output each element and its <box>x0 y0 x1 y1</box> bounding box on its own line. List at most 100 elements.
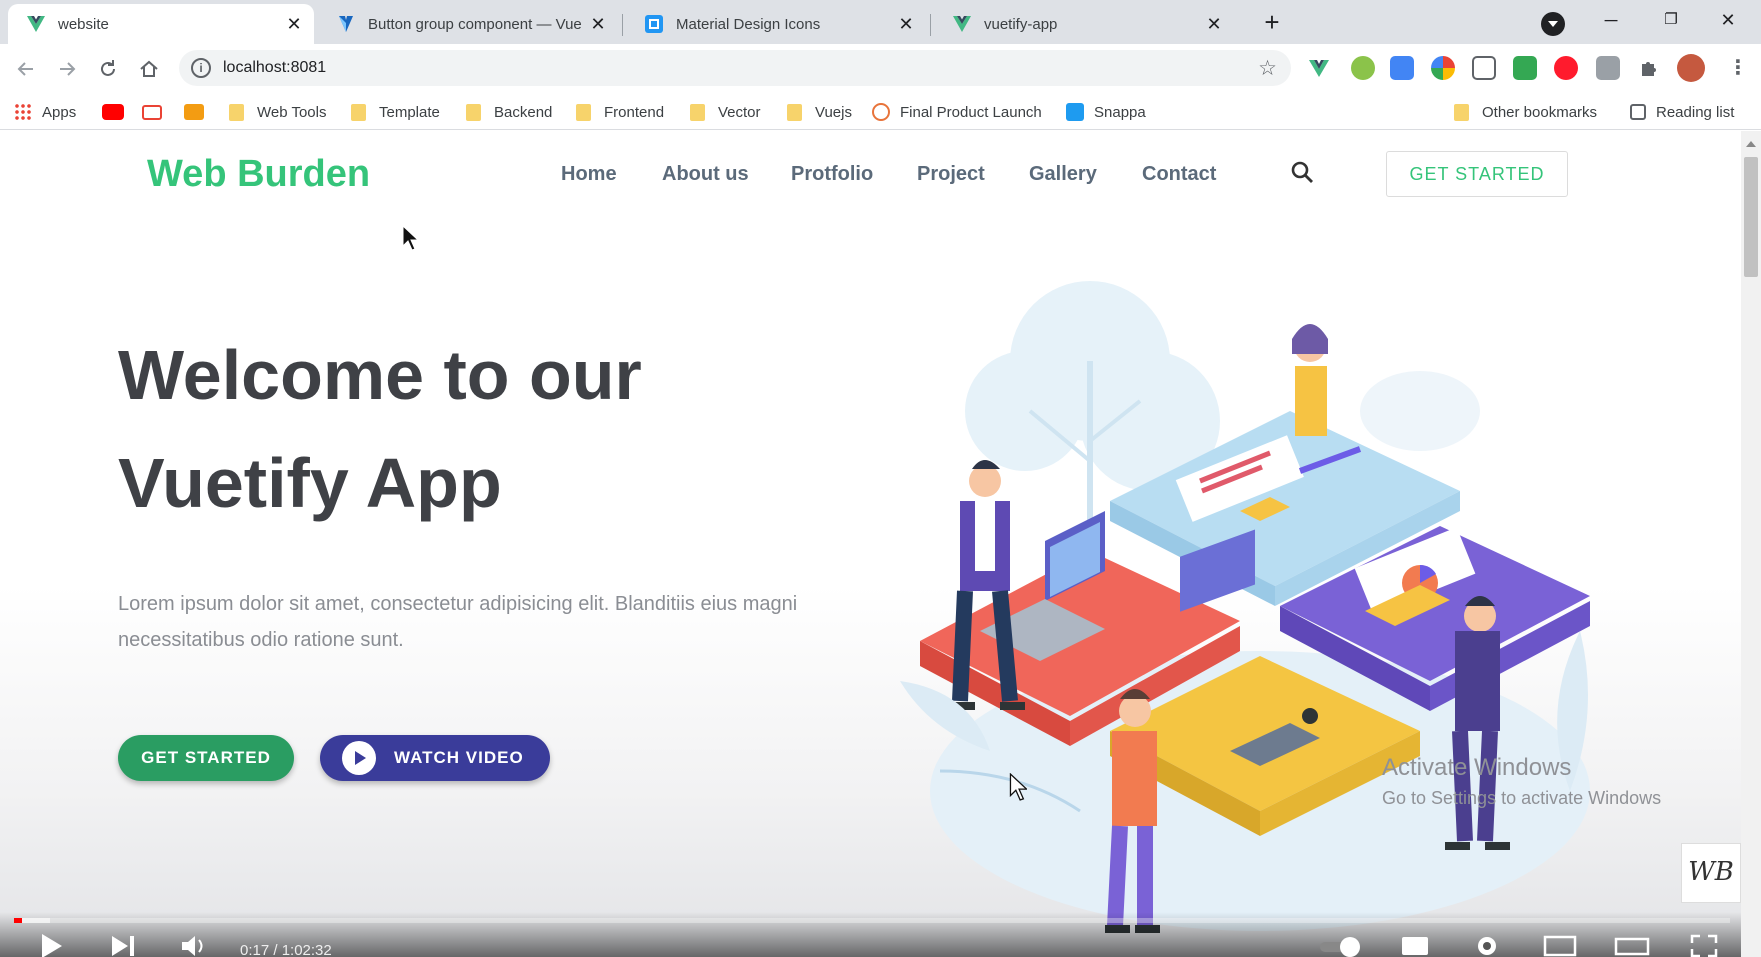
bookmark-label: Frontend <box>604 103 665 121</box>
arrow-left-icon <box>17 62 33 76</box>
color-picker-icon[interactable] <box>1431 56 1455 80</box>
progress-bar[interactable] <box>14 918 1730 923</box>
tab-title: Button group component — Vue <box>368 15 582 33</box>
info-icon[interactable]: i <box>191 58 211 78</box>
close-icon[interactable]: ✕ <box>1204 14 1224 34</box>
nav-portfolio[interactable]: Protfolio <box>791 163 873 186</box>
extension-badge-icon[interactable] <box>1351 56 1375 80</box>
get-started-button[interactable]: GET STARTED <box>118 735 294 781</box>
volume-icon[interactable] <box>180 934 208 957</box>
bookmark-vuejs[interactable]: Vuejs <box>787 100 852 124</box>
new-tab-button[interactable]: + <box>1258 9 1286 37</box>
close-icon[interactable]: ✕ <box>896 14 916 34</box>
screenshot-icon[interactable] <box>1472 56 1496 80</box>
bookmark-web-tools[interactable]: Web Tools <box>229 100 327 124</box>
bookmark-final-product-launch[interactable]: Final Product Launch <box>872 100 1042 124</box>
reading-list-button[interactable]: Reading list <box>1630 100 1734 124</box>
tab-material-icons[interactable]: Material Design Icons ✕ <box>626 4 926 44</box>
url-text[interactable]: localhost:8081 <box>223 59 326 77</box>
mouse-cursor-icon <box>1009 773 1027 801</box>
mouse-cursor-icon <box>402 225 418 251</box>
bookmark-other[interactable]: Other bookmarks <box>1454 100 1597 124</box>
fullscreen-icon[interactable] <box>1690 934 1718 957</box>
next-icon[interactable] <box>110 934 136 957</box>
folder-icon <box>229 103 244 121</box>
folder-icon <box>351 103 366 121</box>
page-scrollbar[interactable] <box>1741 131 1761 957</box>
avatar[interactable] <box>1677 54 1705 82</box>
vue-devtools-icon[interactable] <box>1307 56 1331 80</box>
tab-separator <box>622 14 623 36</box>
play-circle-icon <box>342 741 376 775</box>
miniplayer-icon[interactable] <box>1543 934 1577 957</box>
home-button[interactable] <box>136 56 162 82</box>
watch-video-button[interactable]: WATCH VIDEO <box>320 735 550 781</box>
hero-illustration <box>900 281 1590 933</box>
bookmark-frontend[interactable]: Frontend <box>576 100 664 124</box>
reload-button[interactable] <box>95 56 121 82</box>
channel-logo: WB <box>1681 843 1741 903</box>
play-icon[interactable] <box>40 934 66 957</box>
brand-logo[interactable]: Web Burden <box>147 153 370 196</box>
hero-title-line2: Vuetify App <box>118 444 502 522</box>
vue-icon <box>26 14 46 34</box>
browser-tab-strip: website ✕ Button group component — Vue ✕… <box>0 0 1761 44</box>
settings-gear-icon[interactable] <box>1474 934 1500 957</box>
bookmark-snappa[interactable]: Snappa <box>1066 100 1146 124</box>
theater-mode-icon[interactable] <box>1614 934 1650 957</box>
forward-button[interactable] <box>54 56 80 82</box>
bookmark-label: Backend <box>494 103 553 121</box>
tab-separator <box>930 14 931 36</box>
pma-icon[interactable] <box>184 100 204 124</box>
translate-icon[interactable] <box>1390 56 1414 80</box>
youtube-icon[interactable] <box>102 100 124 124</box>
bookmark-apps[interactable]: Apps <box>14 100 76 124</box>
minimize-button[interactable]: ─ <box>1586 4 1636 36</box>
tab-title: vuetify-app <box>984 15 1058 33</box>
search-icon[interactable] <box>1289 159 1317 187</box>
video-time: 0:17 / 1:02:32 <box>240 942 332 957</box>
media-icon[interactable] <box>1596 56 1620 80</box>
opera-icon[interactable] <box>1554 56 1578 80</box>
arrow-right-icon <box>60 62 76 76</box>
puzzle-icon[interactable] <box>1637 56 1661 80</box>
progress-played <box>14 918 22 923</box>
subtitles-icon[interactable] <box>1400 934 1430 957</box>
scroll-thumb[interactable] <box>1744 157 1758 277</box>
close-icon[interactable]: ✕ <box>284 14 304 34</box>
star-icon[interactable]: ☆ <box>1258 56 1277 81</box>
snappa-icon <box>1066 103 1084 121</box>
nav-home[interactable]: Home <box>561 163 617 186</box>
nav-gallery[interactable]: Gallery <box>1029 163 1097 186</box>
scroll-up-icon[interactable] <box>1746 141 1756 147</box>
menu-kebab-icon[interactable]: ⋮ <box>1726 56 1750 80</box>
apps-grid-icon <box>14 103 32 121</box>
nav-project[interactable]: Project <box>917 163 985 186</box>
tab-vuetify-app[interactable]: vuetify-app ✕ <box>934 4 1234 44</box>
close-window-button[interactable]: ✕ <box>1703 4 1753 36</box>
bookmark-label: Reading list <box>1656 103 1735 121</box>
get-started-outline-button[interactable]: GET STARTED <box>1386 151 1568 197</box>
tab-search-icon[interactable] <box>1541 12 1565 36</box>
bookmark-template[interactable]: Template <box>351 100 440 124</box>
back-button[interactable] <box>13 56 39 82</box>
tab-button-group[interactable]: Button group component — Vue ✕ <box>318 4 618 44</box>
tab-website[interactable]: website ✕ <box>8 4 314 44</box>
reading-list-icon <box>1630 104 1646 120</box>
gmail-icon[interactable] <box>142 100 162 124</box>
bookmark-label: Template <box>379 103 440 121</box>
bookmark-vector[interactable]: Vector <box>690 100 761 124</box>
address-bar[interactable]: i localhost:8081 ☆ <box>179 50 1291 86</box>
folder-icon <box>1454 103 1469 121</box>
hero-title: Welcome to our Vuetify App <box>118 321 642 537</box>
material-design-icon <box>644 14 664 34</box>
sheets-icon[interactable] <box>1513 56 1537 80</box>
bookmark-backend[interactable]: Backend <box>466 100 552 124</box>
hero-description: Lorem ipsum dolor sit amet, consectetur … <box>118 593 798 651</box>
folder-icon <box>690 103 705 121</box>
close-icon[interactable]: ✕ <box>588 14 608 34</box>
autoplay-toggle-icon[interactable] <box>1318 934 1362 957</box>
nav-about[interactable]: About us <box>662 163 749 186</box>
restore-button[interactable]: ❐ <box>1646 4 1696 36</box>
nav-contact[interactable]: Contact <box>1142 163 1216 186</box>
